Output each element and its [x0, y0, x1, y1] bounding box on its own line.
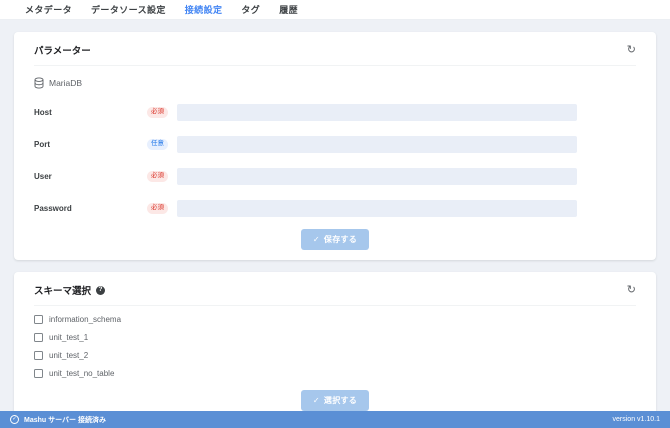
schema-name: unit_test_2 — [49, 351, 88, 360]
user-field-row: User 必須 — [34, 168, 636, 185]
schema-item: unit_test_no_table — [34, 369, 636, 378]
refresh-icon[interactable]: ↻ — [627, 45, 636, 56]
help-icon[interactable]: ? — [96, 286, 105, 295]
database-icon — [34, 77, 44, 89]
main-content: パラメーター ↻ MariaDB Host 必須 Port 任意 — [0, 20, 670, 421]
refresh-icon[interactable]: ↻ — [627, 285, 636, 296]
schema-name: unit_test_no_table — [49, 369, 114, 378]
user-label: User — [34, 172, 147, 181]
password-label: Password — [34, 204, 147, 213]
port-field-row: Port 任意 — [34, 136, 636, 153]
parameters-panel-title: パラメーター — [34, 43, 91, 57]
select-button[interactable]: ✓ 選択する — [301, 390, 369, 411]
password-input[interactable] — [177, 200, 577, 217]
schema-panel: スキーマ選択 ? ↻ information_schema unit_test_… — [14, 272, 656, 421]
required-badge: 必須 — [147, 107, 168, 118]
save-button-label: 保存する — [324, 234, 357, 245]
select-button-label: 選択する — [324, 395, 357, 406]
tab-datasource-settings[interactable]: データソース設定 — [91, 3, 166, 16]
required-badge: 必須 — [147, 203, 168, 214]
connection-status-label: Mashu サーバー 接続済み — [24, 415, 106, 425]
db-type-label: MariaDB — [49, 78, 82, 88]
schema-name: information_schema — [49, 315, 121, 324]
schema-item: unit_test_1 — [34, 333, 636, 342]
tab-metadata[interactable]: メタデータ — [25, 3, 72, 16]
tab-history[interactable]: 履歴 — [279, 3, 298, 16]
schema-item: information_schema — [34, 315, 636, 324]
schema-panel-header: スキーマ選択 ? ↻ — [34, 272, 636, 306]
check-icon: ✓ — [313, 235, 320, 244]
optional-badge: 任意 — [147, 139, 168, 150]
check-icon: ✓ — [313, 396, 320, 405]
schema-checkbox[interactable] — [34, 351, 43, 360]
schema-name: unit_test_1 — [49, 333, 88, 342]
version-label: version v1.10.1 — [613, 416, 660, 423]
host-input[interactable] — [177, 104, 577, 121]
port-label: Port — [34, 140, 147, 149]
schema-checkbox[interactable] — [34, 369, 43, 378]
tab-tags[interactable]: タグ — [241, 3, 260, 16]
parameters-panel: パラメーター ↻ MariaDB Host 必須 Port 任意 — [14, 32, 656, 260]
schema-list: information_schema unit_test_1 unit_test… — [34, 315, 636, 378]
required-badge: 必須 — [147, 171, 168, 182]
port-input[interactable] — [177, 136, 577, 153]
schema-item: unit_test_2 — [34, 351, 636, 360]
host-label: Host — [34, 108, 147, 117]
schema-panel-title: スキーマ選択 — [34, 283, 91, 297]
top-nav: メタデータ データソース設定 接続設定 タグ 履歴 — [0, 0, 670, 20]
user-input[interactable] — [177, 168, 577, 185]
connected-check-icon: ✓ — [10, 415, 19, 424]
schema-checkbox[interactable] — [34, 333, 43, 342]
password-field-row: Password 必須 — [34, 200, 636, 217]
save-button[interactable]: ✓ 保存する — [301, 229, 369, 250]
status-bar: ✓ Mashu サーバー 接続済み version v1.10.1 — [0, 411, 670, 428]
schema-checkbox[interactable] — [34, 315, 43, 324]
tab-connection-settings[interactable]: 接続設定 — [185, 3, 223, 16]
db-type-row: MariaDB — [34, 77, 636, 89]
host-field-row: Host 必須 — [34, 104, 636, 121]
parameters-panel-header: パラメーター ↻ — [34, 32, 636, 66]
